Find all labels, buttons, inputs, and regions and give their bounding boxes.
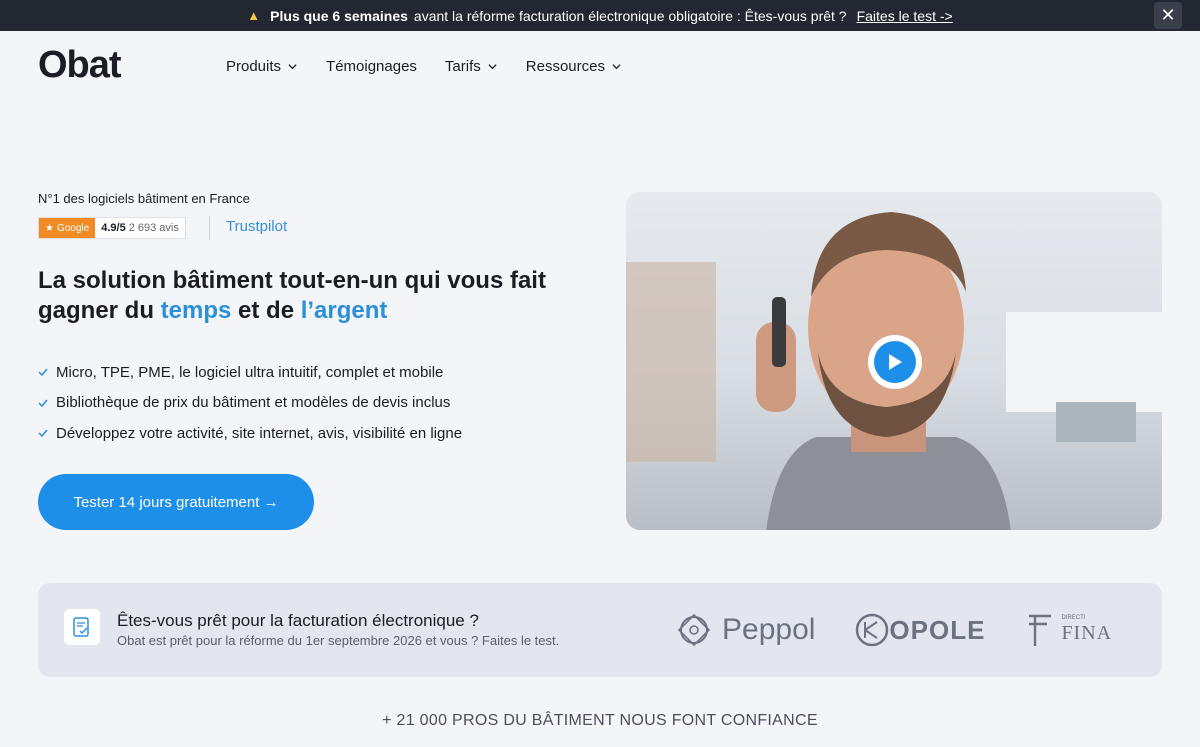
nav-item-label: Témoignages: [326, 58, 417, 75]
check-icon: [38, 368, 48, 377]
review-count: 2 693 avis: [128, 222, 179, 234]
feature-text: Développez votre activité, site internet…: [56, 424, 463, 442]
warning-icon: ▲: [247, 8, 261, 23]
headline-highlight-temps: temps: [160, 297, 232, 324]
dgfip-logo: DIRECTI FINA: [1025, 612, 1112, 648]
check-icon: [38, 399, 48, 407]
peppol-icon: [677, 613, 711, 647]
announcement-bar: ▲ Plus que 6 semaines avant la réforme f…: [0, 0, 1200, 31]
list-item: Micro, TPE, PME, le logiciel ultra intui…: [38, 357, 462, 388]
nav-item-label: Tarifs: [444, 58, 481, 75]
divider: [209, 216, 210, 240]
document-check-icon: [64, 609, 100, 645]
nav-item-label: Ressources: [525, 58, 605, 75]
announcement-link[interactable]: Faites le test ->: [857, 8, 953, 24]
nav-item-label: Produits: [226, 58, 282, 75]
announcement-bold: Plus que 6 semaines: [270, 7, 408, 24]
dgfip-icon: [1029, 614, 1052, 646]
banner-subtitle: Obat est prêt pour la réforme du 1er sep…: [117, 633, 560, 648]
play-icon: [874, 341, 916, 383]
headline-highlight-argent: l’argent: [300, 297, 388, 324]
trust-line: + 21 000 PROS DU BÂTIMENT NOUS FONT CONF…: [382, 712, 818, 729]
announcement-text: avant la réforme facturation électroniqu…: [413, 7, 847, 24]
hero-video[interactable]: [626, 192, 1162, 530]
logo[interactable]: Obat: [38, 44, 122, 87]
background-window: [1006, 312, 1162, 412]
play-button[interactable]: [868, 335, 922, 389]
chevron-down-icon: [288, 64, 297, 70]
feature-list: Micro, TPE, PME, le logiciel ultra intui…: [38, 357, 462, 449]
peppol-label: Peppol: [722, 613, 816, 646]
einvoicing-banner[interactable]: Êtes-vous prêt pour la facturation élect…: [38, 583, 1162, 677]
nav-item-ressources[interactable]: Ressources: [526, 58, 622, 75]
banner-title: Êtes-vous prêt pour la facturation élect…: [117, 611, 479, 630]
feature-text: Micro, TPE, PME, le logiciel ultra intui…: [56, 363, 444, 381]
free-trial-button[interactable]: Tester 14 jours gratuitement →: [38, 474, 314, 530]
rating-value: 4.9/5: [101, 222, 126, 234]
partner-logos: Peppol OPOLE DIRECTI FINA: [676, 607, 1112, 653]
hero-kicker: N°1 des logiciels bâtiment en France: [38, 191, 250, 206]
chevron-down-icon: [612, 64, 621, 70]
google-label: Google: [56, 222, 90, 234]
dgfip-text: DIRECTI FINA: [1061, 615, 1112, 645]
hero-headline: La solution bâtiment tout-en-un qui vous…: [38, 266, 598, 326]
background-object: [1056, 402, 1136, 442]
rating-score: 4.9/5 2 693 avis: [95, 222, 185, 234]
background-shelf: [626, 262, 716, 462]
dgfip-small-label: DIRECTI: [1061, 615, 1086, 621]
list-item: Développez votre activité, site internet…: [38, 418, 462, 449]
chorus-pro-logo: OPOLE: [855, 613, 985, 647]
list-item: Bibliothèque de prix du bâtiment et modè…: [38, 388, 462, 419]
nav-item-produits[interactable]: Produits: [226, 58, 298, 75]
chorus-label: OPOLE: [889, 614, 986, 645]
google-badge: ★ Google: [39, 218, 96, 238]
dgfip-big-label: FINA: [1061, 622, 1113, 644]
chevron-down-icon: [488, 64, 497, 70]
headline-text: et de: [231, 297, 301, 324]
google-rating-badge[interactable]: ★ Google 4.9/5 2 693 avis: [38, 217, 186, 239]
close-icon[interactable]: ✕: [1154, 2, 1182, 29]
trustpilot-link[interactable]: Trustpilot: [226, 218, 287, 235]
star-icon: ★: [45, 222, 54, 234]
main-nav: Produits Témoignages Tarifs Ressources: [226, 58, 622, 75]
nav-item-tarifs[interactable]: Tarifs: [445, 58, 498, 75]
feature-text: Bibliothèque de prix du bâtiment et modè…: [56, 394, 451, 412]
nav-item-temoignages[interactable]: Témoignages: [326, 58, 417, 75]
peppol-logo: Peppol: [676, 612, 815, 648]
chorus-icon: [856, 613, 889, 647]
check-icon: [38, 429, 48, 438]
